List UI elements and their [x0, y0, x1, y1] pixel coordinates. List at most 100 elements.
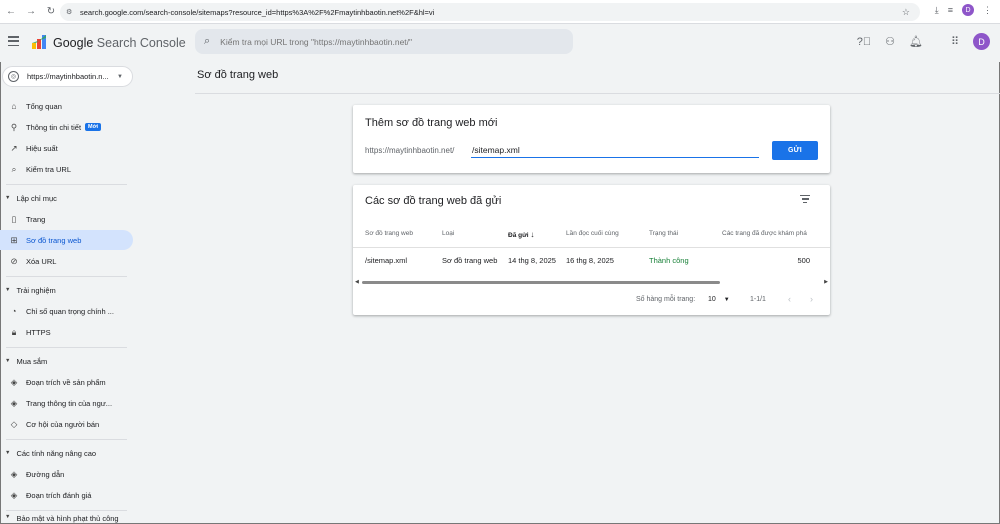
extensions-icon[interactable]: ≡	[948, 5, 953, 15]
sidebar-item-label: Đoạn trích đánh giá	[26, 490, 92, 500]
app-title[interactable]: Google Search Console	[53, 36, 186, 50]
arrow-down-icon: ↓	[530, 230, 535, 239]
sidebar-item-performance[interactable]: ↗ Hiệu suất	[0, 138, 133, 158]
column-header-discovered-pages[interactable]: Các trang đã được khám phá	[722, 230, 807, 237]
sitemap-url-input[interactable]	[471, 142, 759, 158]
account-avatar[interactable]: D	[973, 33, 990, 50]
sidebar-item-label: Chỉ số quan trọng chính ...	[26, 306, 114, 316]
caret-down-icon: ▼	[5, 514, 11, 520]
section-shopping[interactable]: ▼ Mua sắm	[0, 351, 133, 371]
sidebar: ◎ https://maytinhbaotin.n... ▼ ⌂ Tổng qu…	[0, 62, 140, 524]
sidebar-divider	[6, 439, 127, 440]
cell-status: Thành công	[649, 256, 689, 265]
section-security[interactable]: ▼ Bảo mật và hình phạt thủ công	[0, 514, 133, 524]
url-inspection-input[interactable]	[220, 36, 541, 47]
hamburger-menu-icon[interactable]	[8, 36, 19, 46]
scroll-right-icon[interactable]: ▶	[824, 279, 828, 285]
sidebar-item-label: Xóa URL	[26, 256, 57, 266]
layers-icon: ◈	[10, 397, 18, 408]
submitted-sitemaps-card: Các sơ đồ trang web đã gửi Sơ đồ trang w…	[353, 185, 830, 315]
sidebar-item-https[interactable]: 🔒︎ HTTPS	[0, 322, 133, 342]
page-title: Sơ đồ trang web	[197, 69, 279, 81]
prev-page-icon[interactable]: ‹	[788, 294, 791, 304]
sidebar-item-merchant-listings[interactable]: ◈ Trang thông tin của ngư...	[0, 393, 133, 413]
column-header-sitemap[interactable]: Sơ đồ trang web	[365, 230, 413, 237]
header-actions: ?⃝ ⚇ 🔔︎ ⠿ D	[857, 33, 990, 50]
cell-sitemap: /sitemap.xml	[365, 256, 408, 265]
column-header-status[interactable]: Trạng thái	[649, 230, 678, 237]
back-icon[interactable]: ←	[2, 3, 20, 21]
sidebar-item-review-snippets[interactable]: ◈ Đoạn trích đánh giá	[0, 485, 133, 505]
caret-down-icon: ▼	[5, 450, 11, 456]
address-bar[interactable]: ⚙ search.google.com/search-console/sitem…	[60, 3, 920, 21]
sidebar-item-merchant-opportunities[interactable]: ◇ Cơ hội của người bán	[0, 414, 133, 434]
sidebar-item-label: HTTPS	[26, 327, 51, 337]
url-inspection-search[interactable]: ⌕	[195, 29, 573, 54]
section-indexing[interactable]: ▼ Lập chỉ mục	[0, 188, 133, 208]
site-info-icon[interactable]: ⚙	[66, 8, 74, 16]
sidebar-divider	[6, 347, 127, 348]
submit-sitemap-button[interactable]: GỬI	[772, 141, 818, 160]
rows-per-page-value: 10	[708, 296, 716, 303]
sidebar-divider	[6, 510, 127, 511]
browser-profile-avatar[interactable]: D	[962, 4, 974, 16]
scroll-left-icon[interactable]: ◀	[355, 279, 359, 285]
sidebar-item-label: Trang	[26, 214, 46, 224]
search-icon: ⌕	[204, 35, 211, 47]
cell-submitted: 14 thg 8, 2025	[508, 256, 556, 265]
chevron-down-icon: ▼	[117, 73, 123, 80]
sidebar-item-sitemaps[interactable]: ⊞ Sơ đồ trang web	[0, 230, 133, 250]
scrollbar-thumb[interactable]	[362, 280, 720, 284]
manage-users-icon[interactable]: ⚇	[885, 35, 895, 48]
reload-icon[interactable]: ↻	[42, 3, 60, 21]
search-icon: ⌕	[11, 163, 17, 174]
sidebar-item-overview[interactable]: ⌂ Tổng quan	[0, 96, 133, 116]
sidebar-divider	[6, 184, 127, 185]
help-icon[interactable]: ?⃝	[857, 36, 871, 48]
column-header-submitted[interactable]: Đã gửi ↓	[508, 230, 534, 239]
sidebar-item-product-snippets[interactable]: ◈ Đoạn trích về sản phẩm	[0, 372, 133, 392]
sidebar-item-label: Đường dẫn	[26, 469, 65, 479]
sidebar-item-label: Thông tin chi tiết	[26, 122, 82, 132]
browser-actions: ⤓ ≡ D ⋮	[935, 4, 992, 16]
filter-icon[interactable]	[800, 195, 810, 203]
next-page-icon[interactable]: ›	[810, 294, 813, 304]
sidebar-item-breadcrumbs[interactable]: ◈ Đường dẫn	[0, 464, 133, 484]
tag-icon: ◇	[10, 418, 18, 429]
forward-icon[interactable]: →	[22, 3, 40, 21]
section-enhancements[interactable]: ▼ Các tính năng nâng cao	[0, 443, 133, 463]
app-header: Google Search Console ⌕ ?⃝ ⚇ 🔔︎ ⠿ D	[0, 24, 1000, 62]
property-selector[interactable]: ◎ https://maytinhbaotin.n... ▼	[2, 66, 133, 87]
pagination-range: 1-1/1	[750, 296, 766, 303]
sidebar-item-pages[interactable]: ▯ Trang	[0, 209, 133, 229]
section-experience[interactable]: ▼ Trải nghiệm	[0, 280, 133, 300]
table-divider	[353, 247, 830, 248]
app-title-google: Google	[53, 36, 94, 50]
rows-per-page-select[interactable]: 10 ▼	[708, 296, 730, 303]
sidebar-item-url-inspection[interactable]: ⌕ Kiểm tra URL	[0, 159, 133, 179]
notifications-bell-icon[interactable]: 🔔︎	[909, 35, 923, 48]
horizontal-scrollbar[interactable]: ◀ ▶	[353, 279, 830, 285]
url-text[interactable]: search.google.com/search-console/sitemap…	[80, 8, 434, 17]
section-label: Bảo mật và hình phạt thủ công	[16, 514, 119, 523]
sidebar-item-core-web-vitals[interactable]: ◔ Chỉ số quan trọng chính ...	[0, 301, 133, 321]
sidebar-divider	[6, 276, 127, 277]
browser-menu-icon[interactable]: ⋮	[983, 5, 992, 16]
speed-icon: ◔	[11, 306, 17, 316]
sidebar-item-label: Cơ hội của người bán	[26, 419, 100, 429]
section-label: Mua sắm	[16, 356, 48, 366]
sidebar-item-label: Sơ đồ trang web	[26, 235, 82, 245]
bookmark-star-icon[interactable]: ☆	[902, 7, 910, 18]
column-header-last-read[interactable]: Lần đọc cuối cùng	[566, 230, 619, 237]
apps-grid-icon[interactable]: ⠿	[951, 35, 959, 48]
download-icon[interactable]: ⤓	[935, 5, 939, 16]
sitemap-url-prefix: https://maytinhbaotin.net/	[365, 146, 455, 155]
column-header-type[interactable]: Loại	[442, 230, 454, 237]
pages-icon: ▯	[11, 213, 17, 224]
layers-icon: ◈	[10, 468, 18, 479]
add-sitemap-card: Thêm sơ đồ trang web mới https://maytinh…	[353, 105, 830, 173]
sidebar-item-removals[interactable]: ⊘ Xóa URL	[0, 251, 133, 271]
section-label: Lập chỉ mục	[16, 193, 57, 203]
sidebar-item-label: Đoạn trích về sản phẩm	[26, 377, 106, 387]
sidebar-item-insights[interactable]: ⚲ Thông tin chi tiết Mới	[0, 117, 133, 137]
